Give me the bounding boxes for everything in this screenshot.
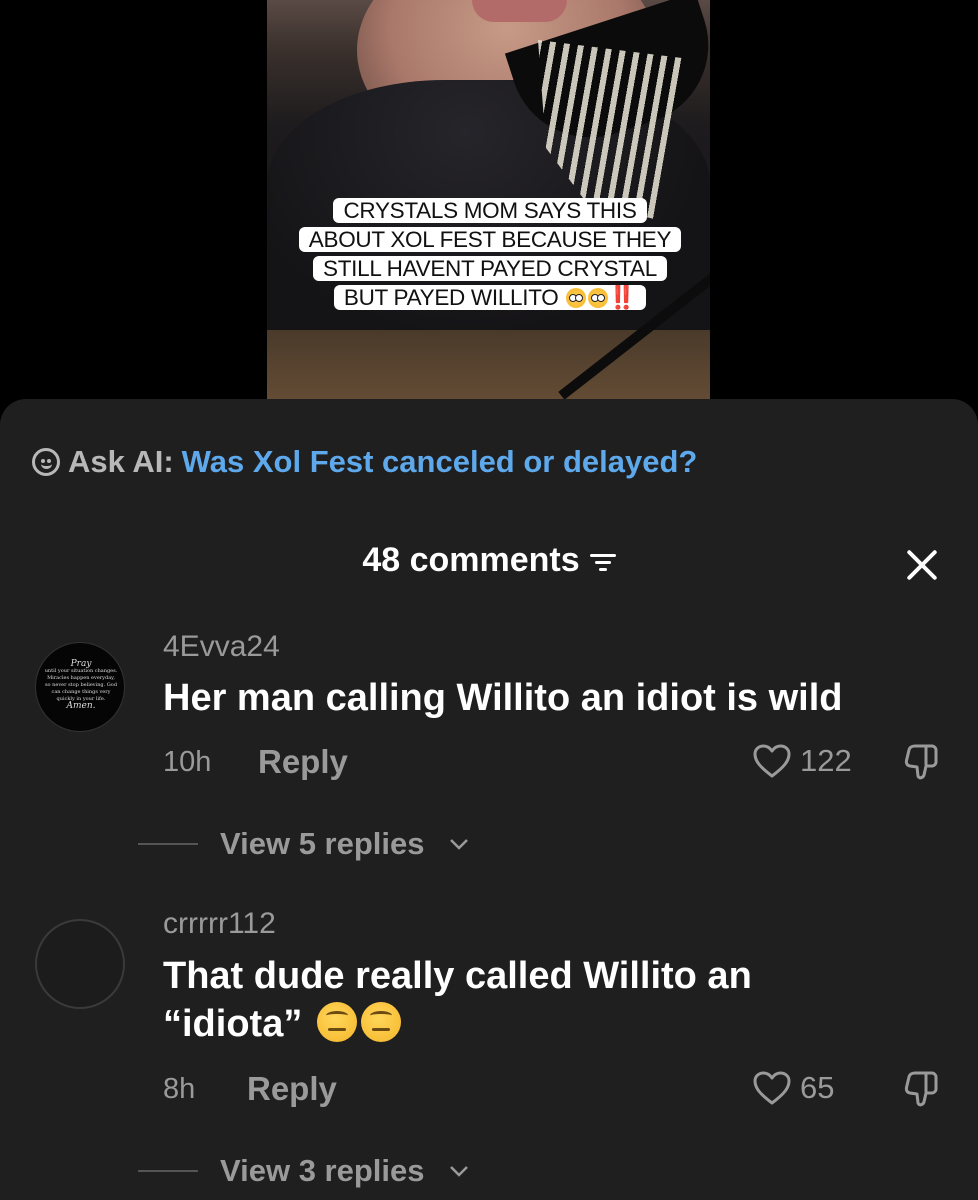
avatar[interactable]: Pray until your situation changes. Mirac… <box>35 642 125 732</box>
heart-icon <box>753 1071 791 1105</box>
flushed-face-emoji-icon <box>566 288 587 308</box>
ask-ai-question-link[interactable]: Was Xol Fest canceled or delayed? <box>182 444 698 480</box>
ask-ai-prompt[interactable]: Ask AI: Was Xol Fest canceled or delayed… <box>32 440 697 484</box>
view-replies-label: View 5 replies <box>220 826 425 861</box>
comment-username[interactable]: 4Evva24 <box>163 630 280 664</box>
comment-text: Her man calling Willito an idiot is wild <box>163 677 843 719</box>
comment-text-line-2: “idiota” <box>163 1003 303 1045</box>
caption-line-2: ABOUT XOL FEST BECAUSE THEY <box>298 227 682 252</box>
view-replies-label: View 3 replies <box>220 1153 425 1188</box>
comment-timestamp: 8h <box>163 1073 196 1105</box>
reply-button[interactable]: Reply <box>247 1070 337 1108</box>
view-replies-button[interactable]: View 3 replies <box>138 1153 469 1189</box>
chevron-down-icon <box>449 839 468 850</box>
comments-header: 48 comments <box>0 541 978 585</box>
raised-eyebrow-emoji-icon <box>316 1002 357 1042</box>
avatar[interactable] <box>35 919 125 1009</box>
like-count: 65 <box>800 1070 835 1105</box>
video-lips <box>472 0 567 22</box>
sort-filter-icon[interactable] <box>589 550 616 572</box>
close-icon[interactable] <box>902 545 942 585</box>
replies-divider <box>138 843 198 845</box>
chevron-down-icon <box>449 1166 468 1177</box>
caption-line-4-text: BUT PAYED WILLITO <box>343 285 559 310</box>
ask-ai-label: Ask AI: <box>68 444 174 479</box>
view-replies-button[interactable]: View 5 replies <box>138 826 469 862</box>
like-count: 122 <box>800 743 852 778</box>
video-caption: CRYSTALS MOM SAYS THIS ABOUT XOL FEST BE… <box>288 196 692 312</box>
comments-count-title: 48 comments <box>362 541 580 579</box>
heart-icon <box>753 744 791 778</box>
comment-timestamp: 10h <box>163 746 212 778</box>
comments-sort-toggle[interactable]: 48 comments <box>362 541 616 580</box>
caption-line-4: BUT PAYED WILLITO ‼️ <box>333 285 647 310</box>
ai-smiley-icon <box>32 448 60 476</box>
comment-username[interactable]: crrrrr112 <box>163 907 276 941</box>
raised-eyebrow-emoji-icon <box>360 1002 401 1042</box>
avatar-quote: Pray until your situation changes. Mirac… <box>44 659 118 711</box>
caption-line-1: CRYSTALS MOM SAYS THIS <box>333 198 647 223</box>
caption-line-3: STILL HAVENT PAYED CRYSTAL <box>313 256 667 281</box>
reply-button[interactable]: Reply <box>258 743 348 781</box>
dislike-icon[interactable] <box>902 1069 940 1109</box>
dislike-icon[interactable] <box>902 742 940 782</box>
double-exclamation-icon: ‼️ <box>608 285 637 310</box>
like-button[interactable]: 65 <box>752 1070 834 1106</box>
like-button[interactable]: 122 <box>752 743 852 779</box>
flushed-face-emoji-icon <box>588 288 609 308</box>
replies-divider <box>138 1170 198 1172</box>
comment-text-line-1: That dude really called Willito an <box>163 955 752 997</box>
comment-text: That dude really called Willito an “idio… <box>163 952 923 1048</box>
